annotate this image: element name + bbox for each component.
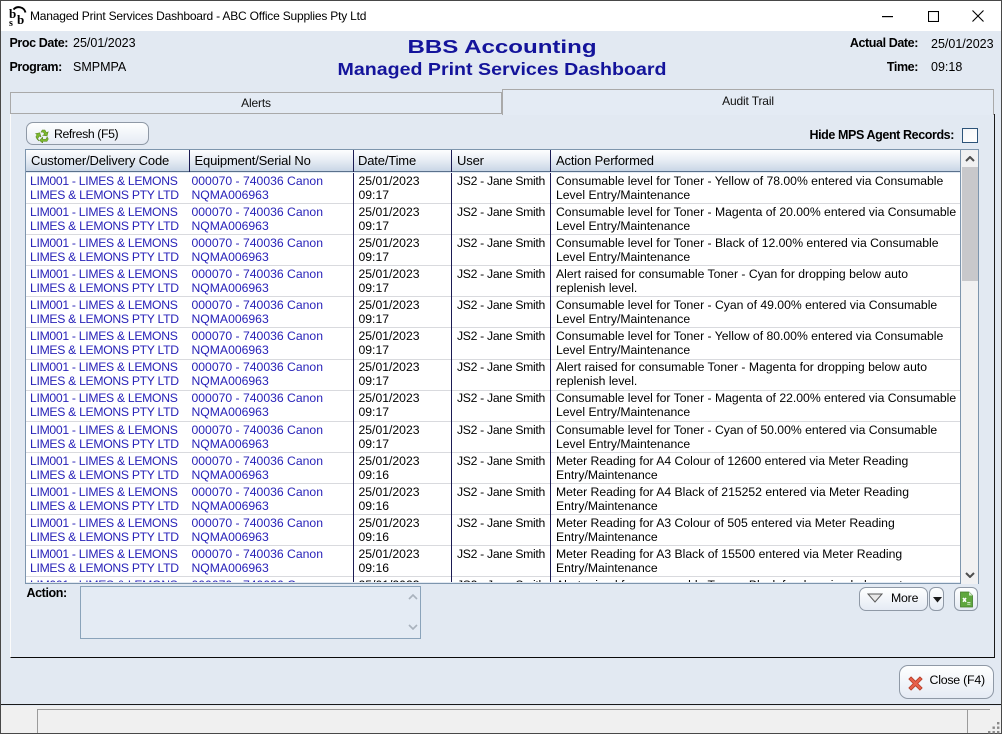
svg-text:b: b (17, 12, 24, 27)
svg-text:s: s (9, 18, 13, 27)
